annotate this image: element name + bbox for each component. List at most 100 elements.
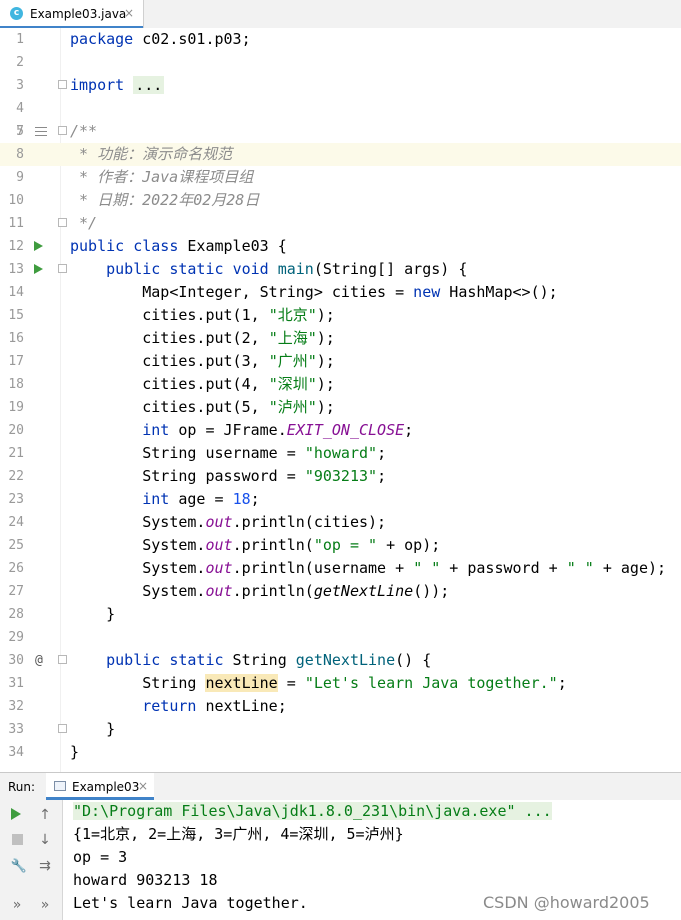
editor-tab-bar: c Example03.java × bbox=[0, 0, 681, 29]
line-number: 25 bbox=[8, 538, 24, 553]
code-line: 20 int op = JFrame.EXIT_ON_CLOSE; bbox=[0, 419, 681, 442]
line-number: 9 bbox=[16, 170, 24, 185]
code-line: 32 return nextLine; bbox=[0, 695, 681, 718]
line-number: 22 bbox=[8, 469, 24, 484]
watermark: CSDN @howard2005 bbox=[483, 893, 650, 912]
line-number: 19 bbox=[8, 400, 24, 415]
stop-icon[interactable] bbox=[12, 834, 23, 845]
fold-toggle-icon[interactable] bbox=[58, 724, 67, 733]
code-line: 1 package c02.s01.p03; bbox=[0, 28, 681, 51]
code-line: 26 System.out.println(username + " " + p… bbox=[0, 557, 681, 580]
code-line: 19 cities.put(5, "泸州"); bbox=[0, 396, 681, 419]
console-line: {1=北京, 2=上海, 3=广州, 4=深圳, 5=泸州} bbox=[73, 825, 404, 843]
console-command-line[interactable]: "D:\Program Files\Java\jdk1.8.0_231\bin\… bbox=[73, 802, 552, 820]
line-number: 10 bbox=[8, 193, 24, 208]
line-number: 34 bbox=[8, 745, 24, 760]
run-tab-label: Example03 bbox=[72, 780, 140, 794]
run-toolbar: ↑ ↓ 🔧 ⇉ » » bbox=[0, 800, 63, 920]
code-line: 4 bbox=[0, 97, 681, 120]
code-line-current: 8 * 功能：演示命名规范 bbox=[0, 143, 681, 166]
line-number: 14 bbox=[8, 285, 24, 300]
line-number: 23 bbox=[8, 492, 24, 507]
line-number: 20 bbox=[8, 423, 24, 438]
code-line: 12 public class Example03 { bbox=[0, 235, 681, 258]
more-actions-icon[interactable]: » bbox=[36, 896, 54, 914]
code-line: 27 System.out.println(getNextLine()); bbox=[0, 580, 681, 603]
line-number: 32 bbox=[8, 699, 24, 714]
line-number: 4 bbox=[16, 101, 24, 116]
code-line: 11 */ bbox=[0, 212, 681, 235]
run-panel-title: Run: bbox=[8, 780, 36, 794]
code-line: 7 /** bbox=[0, 120, 681, 143]
up-arrow-icon[interactable]: ↑ bbox=[36, 806, 54, 824]
close-run-tab-icon[interactable]: × bbox=[138, 779, 148, 793]
code-line: 10 * 日期：2022年02月28日 bbox=[0, 189, 681, 212]
line-number: 2 bbox=[16, 55, 24, 70]
doc-comment: /** bbox=[70, 122, 98, 140]
code-line: 31 String nextLine = "Let's learn Java t… bbox=[0, 672, 681, 695]
code-editor[interactable]: 1 package c02.s01.p03; 2 3 import ... 4 … bbox=[0, 28, 681, 772]
code-line: 15 cities.put(1, "北京"); bbox=[0, 304, 681, 327]
run-main-icon[interactable] bbox=[34, 264, 43, 274]
keyword: import bbox=[70, 76, 125, 94]
code-line: 16 cities.put(2, "上海"); bbox=[0, 327, 681, 350]
line-number: 17 bbox=[8, 354, 24, 369]
line-number: 13 bbox=[8, 262, 24, 277]
line-number: 21 bbox=[8, 446, 24, 461]
folded-imports[interactable]: ... bbox=[133, 76, 165, 94]
code-line: 29 bbox=[0, 626, 681, 649]
line-number: 8 bbox=[16, 147, 24, 162]
line-number: 28 bbox=[8, 607, 24, 622]
code-line: 13 public static void main(String[] args… bbox=[0, 258, 681, 281]
doc-comment-icon[interactable] bbox=[35, 127, 47, 136]
doc-comment: * 日期：2022年02月28日 bbox=[70, 191, 260, 209]
line-number: 33 bbox=[8, 722, 24, 737]
doc-comment: * 作者：Java课程项目组 bbox=[70, 168, 254, 186]
line-number: 16 bbox=[8, 331, 24, 346]
code-line: 17 cities.put(3, "广州"); bbox=[0, 350, 681, 373]
line-number: 31 bbox=[8, 676, 24, 691]
fold-toggle-icon[interactable] bbox=[58, 655, 67, 664]
keyword: package bbox=[70, 30, 134, 48]
code-line: 18 cities.put(4, "深圳"); bbox=[0, 373, 681, 396]
line-number: 24 bbox=[8, 515, 24, 530]
line-number: 26 bbox=[8, 561, 24, 576]
line-number: 15 bbox=[8, 308, 24, 323]
doc-comment: */ bbox=[70, 214, 98, 232]
rerun-icon[interactable] bbox=[11, 808, 21, 820]
run-config-icon bbox=[54, 781, 66, 791]
code-line: 2 bbox=[0, 51, 681, 74]
wrench-icon[interactable]: 🔧 bbox=[10, 858, 28, 876]
line-number: 27 bbox=[8, 584, 24, 599]
more-actions-icon[interactable]: » bbox=[8, 896, 26, 914]
fold-toggle-icon[interactable] bbox=[58, 218, 67, 227]
code-line: 30 @ public static String getNextLine() … bbox=[0, 649, 681, 672]
fold-toggle-icon[interactable] bbox=[58, 126, 67, 135]
fold-toggle-icon[interactable] bbox=[58, 264, 67, 273]
down-arrow-icon[interactable]: ↓ bbox=[36, 831, 54, 849]
code-line: 14 Map<Integer, String> cities = new Has… bbox=[0, 281, 681, 304]
console-line: Let's learn Java together. bbox=[73, 894, 308, 912]
line-number: 1 bbox=[16, 32, 24, 47]
fold-toggle-icon[interactable] bbox=[58, 80, 67, 89]
doc-comment: * 功能：演示命名规范 bbox=[70, 145, 233, 163]
run-class-icon[interactable] bbox=[34, 241, 43, 251]
tab-example03-java[interactable]: c Example03.java × bbox=[0, 0, 144, 29]
console-line: op = 3 bbox=[73, 848, 128, 866]
code-line: 22 String password = "903213"; bbox=[0, 465, 681, 488]
code-line: 24 System.out.println(cities); bbox=[0, 511, 681, 534]
soft-wrap-icon[interactable]: ⇉ bbox=[36, 857, 54, 875]
line-number: 18 bbox=[8, 377, 24, 392]
code-line: 25 System.out.println("op = " + op); bbox=[0, 534, 681, 557]
close-tab-icon[interactable]: × bbox=[124, 6, 134, 20]
code-line: 3 import ... bbox=[0, 74, 681, 97]
line-number: 7 bbox=[16, 124, 24, 139]
console-line: howard 903213 18 bbox=[73, 871, 218, 889]
highlighted-variable: nextLine bbox=[205, 674, 278, 692]
run-tab-example03[interactable]: Example03 × bbox=[46, 773, 154, 800]
code-line: 9 * 作者：Java课程项目组 bbox=[0, 166, 681, 189]
method-usage-icon[interactable]: @ bbox=[35, 649, 43, 672]
code-line: 28 } bbox=[0, 603, 681, 626]
line-number: 30 bbox=[8, 653, 24, 668]
java-class-icon: c bbox=[10, 7, 23, 20]
